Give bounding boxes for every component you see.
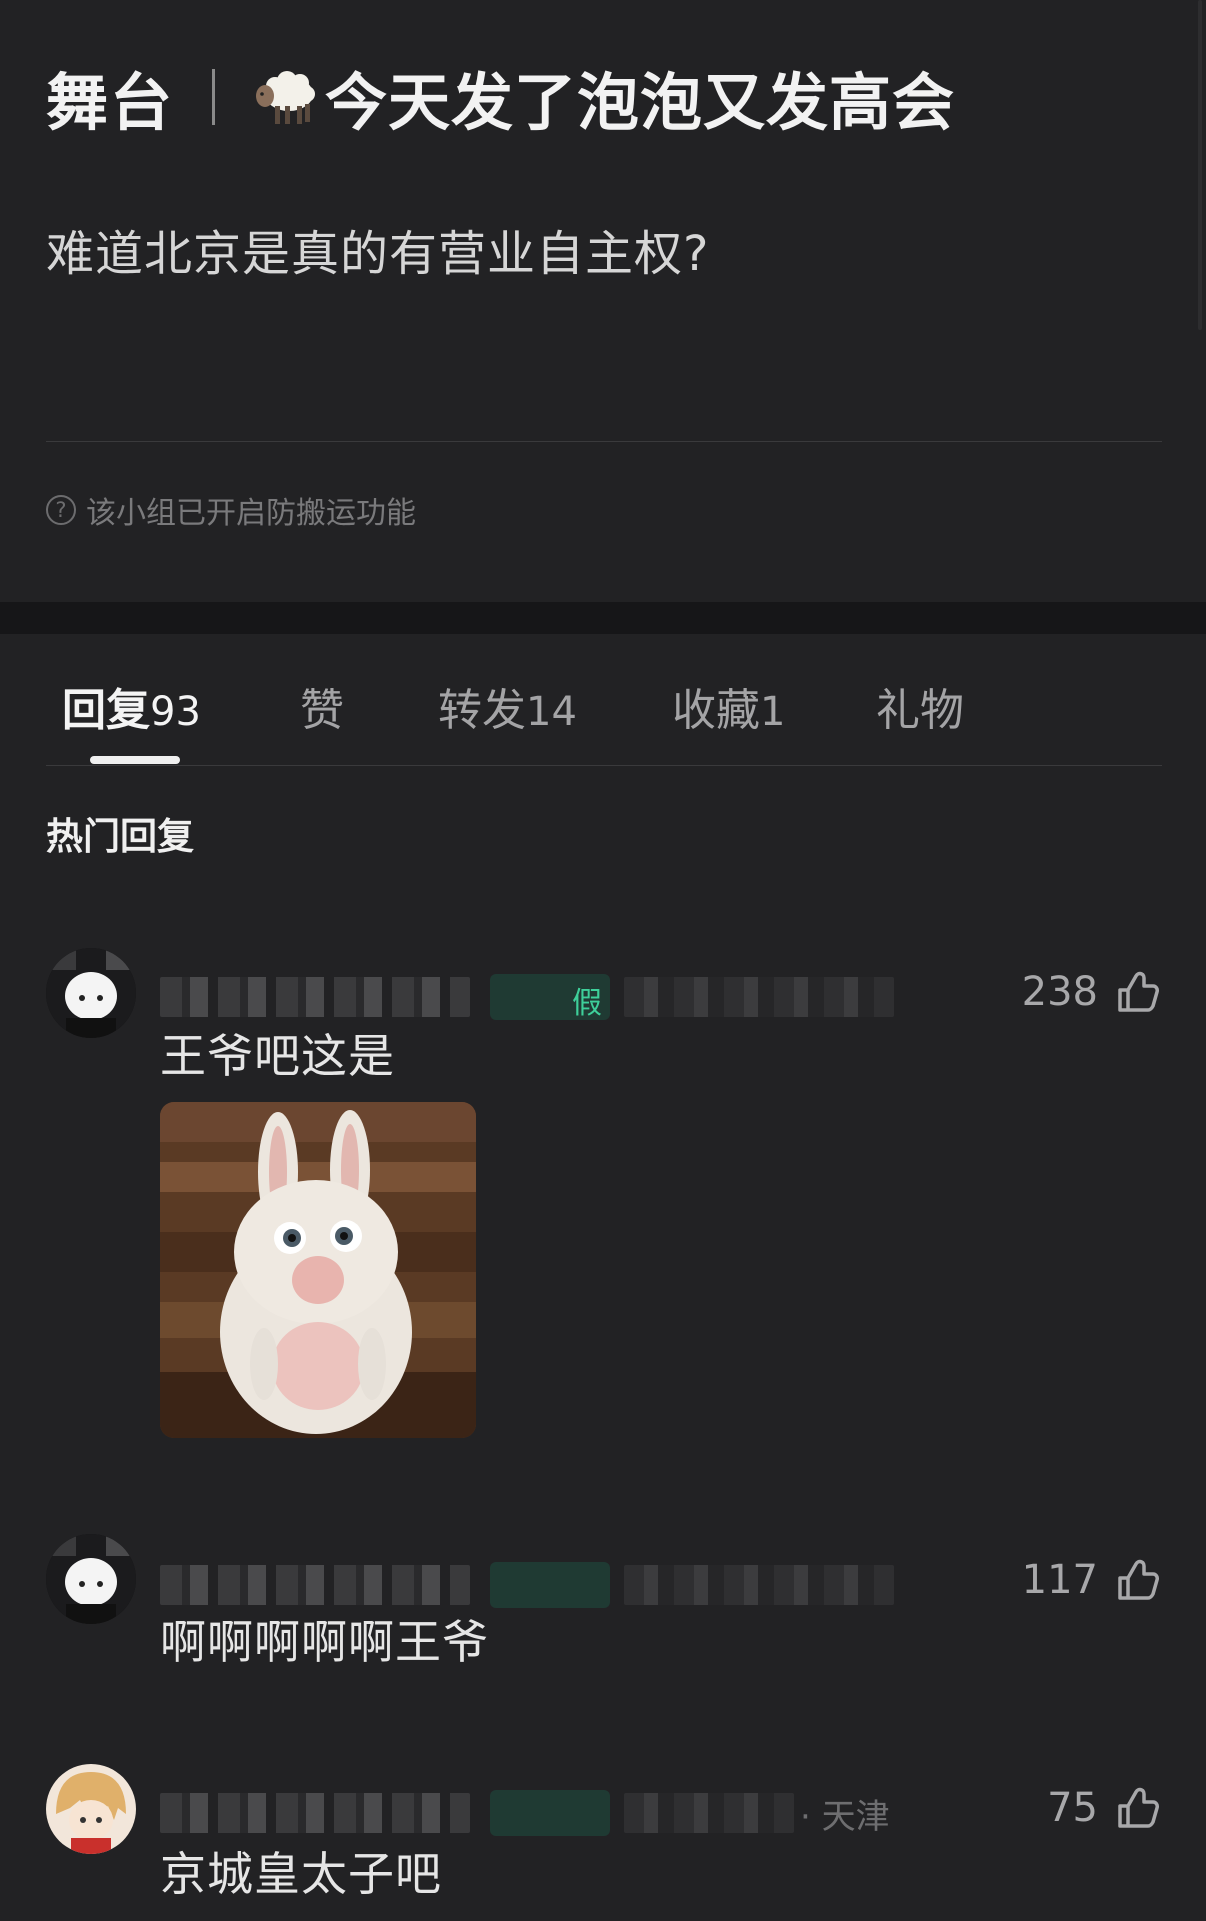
- tab-count: 1: [760, 689, 786, 735]
- sheep-icon: [256, 71, 316, 124]
- active-tab-indicator: [90, 756, 180, 764]
- like-count: 238: [1021, 969, 1098, 1015]
- thumbs-up-icon[interactable]: [1112, 1784, 1160, 1832]
- avatar[interactable]: [46, 948, 136, 1038]
- tab-label: 转发: [438, 685, 526, 736]
- timestamp-location-obscured: [624, 977, 894, 1017]
- user-badge: [490, 1562, 610, 1608]
- like-control[interactable]: 117: [1022, 1556, 1160, 1604]
- timestamp-location-obscured: [624, 1565, 894, 1605]
- tab-label: 赞: [300, 685, 344, 736]
- username-obscured[interactable]: [160, 1793, 470, 1833]
- tab-label: 回复: [62, 685, 150, 736]
- comment-text: 王爷吧这是: [160, 1029, 395, 1083]
- user-badge: 假: [490, 974, 610, 1020]
- scrollbar[interactable]: [1198, 0, 1202, 330]
- post-title: 今天发了泡泡又发高会: [325, 66, 956, 139]
- post-header: 舞台 今天发了泡泡又发高会 难道北京是真的有营业自主权? ? 该小组已开启防搬运…: [0, 0, 1206, 602]
- tab-gifts[interactable]: 礼物: [876, 674, 964, 738]
- title-row: 舞台 今天发了泡泡又发高会: [46, 52, 955, 142]
- avatar[interactable]: [46, 1534, 136, 1624]
- comment-location: · 天津: [800, 1796, 890, 1837]
- comment-meta: [160, 1560, 894, 1610]
- help-icon[interactable]: ?: [46, 495, 76, 525]
- tab-reposts[interactable]: 转发14: [438, 674, 577, 738]
- avatar-image: [46, 1764, 136, 1854]
- hot-replies-heading: 热门回复: [46, 815, 194, 858]
- title-divider: [212, 69, 216, 125]
- comment-meta: · 天津: [160, 1788, 890, 1838]
- rabbid-image: [160, 1102, 476, 1438]
- comment-text: 京城皇太子吧: [160, 1847, 442, 1901]
- tab-count: 14: [526, 689, 577, 735]
- group-name[interactable]: 舞台: [46, 52, 174, 142]
- tab-count: 93: [150, 689, 201, 735]
- tab-label: 礼物: [876, 685, 964, 736]
- avatar[interactable]: [46, 1764, 136, 1854]
- badge-text: 假: [572, 986, 602, 1020]
- comment-image[interactable]: [160, 1102, 476, 1438]
- username-obscured[interactable]: [160, 977, 470, 1017]
- comment-text: 啊啊啊啊啊王爷: [160, 1615, 489, 1669]
- anti-repost-notice[interactable]: ? 该小组已开启防搬运功能: [46, 488, 416, 532]
- tab-replies[interactable]: 回复93: [62, 674, 201, 738]
- timestamp-obscured: [624, 1793, 794, 1833]
- divider: [46, 441, 1162, 442]
- thumbs-up-icon[interactable]: [1112, 968, 1160, 1016]
- thumbs-up-icon[interactable]: [1112, 1556, 1160, 1604]
- section-gap: [0, 602, 1206, 634]
- notice-text: 该小组已开启防搬运功能: [86, 496, 416, 531]
- like-control[interactable]: 238: [1022, 968, 1160, 1016]
- tab-bar: 回复93 赞 转发14 收藏1 礼物: [46, 634, 1162, 766]
- avatar-image: [46, 1534, 136, 1624]
- tab-label: 收藏: [672, 685, 760, 736]
- username-obscured[interactable]: [160, 1565, 470, 1605]
- avatar-image: [46, 948, 136, 1038]
- comment-meta: 假: [160, 972, 894, 1022]
- user-badge: [490, 1790, 610, 1836]
- tab-favorites[interactable]: 收藏1: [672, 674, 785, 738]
- divider: [46, 765, 1162, 766]
- post-body: 难道北京是真的有营业自主权?: [46, 226, 710, 282]
- like-count: 75: [1047, 1785, 1098, 1831]
- tab-likes[interactable]: 赞: [300, 674, 344, 738]
- like-control[interactable]: 75: [1047, 1784, 1160, 1832]
- like-count: 117: [1021, 1557, 1098, 1603]
